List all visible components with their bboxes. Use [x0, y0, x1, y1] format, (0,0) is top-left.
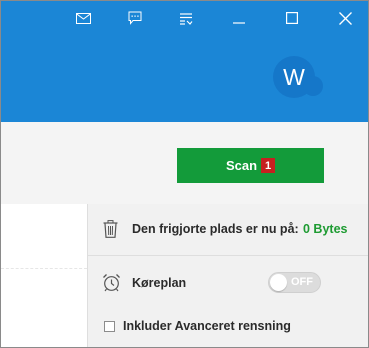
freed-space-value: 0 Bytes	[303, 222, 348, 236]
toggle-state-label: OFF	[291, 276, 313, 288]
avatar-letter: W	[283, 63, 305, 90]
maximize-icon[interactable]	[280, 7, 304, 29]
app-window: W Scan 1 Den frigjorte plads er nu på: 0…	[0, 0, 369, 348]
info-panel: Den frigjorte plads er nu på: 0 Bytes Kø…	[87, 204, 368, 347]
schedule-toggle[interactable]: OFF	[268, 272, 321, 293]
close-icon[interactable]	[333, 7, 357, 29]
schedule-label: Køreplan	[132, 276, 187, 290]
scan-button[interactable]: Scan 1	[177, 148, 324, 183]
alarm-clock-icon	[102, 273, 121, 297]
trash-icon	[103, 220, 118, 243]
scan-count-badge: 1	[261, 158, 276, 173]
toggle-knob	[270, 274, 287, 291]
list-divider	[1, 268, 87, 269]
menu-list-icon[interactable]	[174, 7, 198, 29]
result-list-pane	[1, 204, 87, 347]
feedback-icon[interactable]	[123, 7, 147, 29]
schedule-row: Køreplan	[88, 270, 368, 297]
scan-toolbar: Scan 1	[1, 122, 368, 205]
mail-icon[interactable]	[71, 7, 95, 29]
advanced-cleaning-label: Inkluder Avanceret rensning	[123, 319, 291, 333]
scan-button-label: Scan	[225, 158, 258, 173]
panel-divider	[88, 255, 368, 256]
freed-space-row: Den frigjorte plads er nu på: 0 Bytes	[88, 218, 368, 243]
advanced-cleaning-checkbox[interactable]	[104, 321, 115, 332]
minimize-icon[interactable]	[227, 7, 251, 29]
header-bar: W	[1, 1, 368, 122]
account-avatar[interactable]: W	[273, 56, 323, 98]
freed-space-label: Den frigjorte plads er nu på:	[132, 222, 299, 236]
